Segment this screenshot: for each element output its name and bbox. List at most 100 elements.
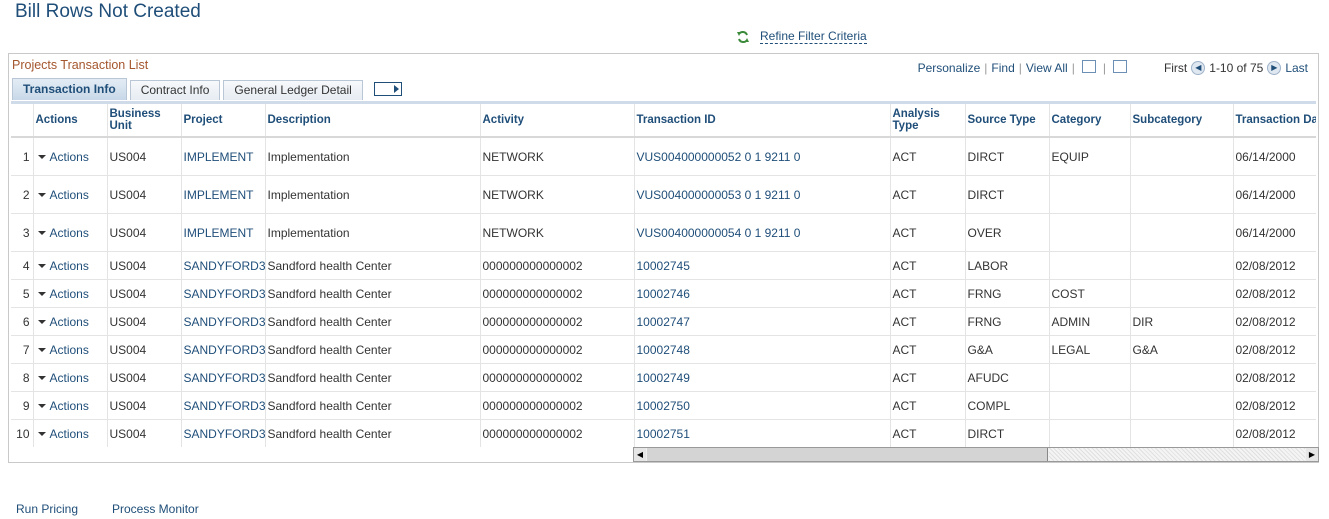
- refine-filter[interactable]: Refine Filter Criteria: [736, 29, 867, 44]
- dropdown-arrow-icon[interactable]: [37, 319, 46, 324]
- dropdown-arrow-icon[interactable]: [37, 192, 46, 197]
- transaction-id-link-text[interactable]: 10002751: [637, 427, 690, 441]
- col-header-project[interactable]: Project: [181, 104, 266, 138]
- col-header-transaction-id[interactable]: Transaction ID: [634, 104, 891, 138]
- project-link-text[interactable]: SANDYFORD3: [184, 427, 265, 441]
- cell-actions-menu[interactable]: Actions: [33, 307, 108, 336]
- transaction-id-link-text[interactable]: 10002749: [637, 371, 690, 385]
- cell-actions-menu[interactable]: Actions: [33, 279, 108, 308]
- new-window-icon[interactable]: [1081, 59, 1096, 73]
- download-icon[interactable]: [1112, 59, 1127, 73]
- refine-filter-link[interactable]: Refine Filter Criteria: [760, 29, 867, 44]
- dropdown-arrow-icon[interactable]: [37, 154, 46, 159]
- cell-transaction-id-link[interactable]: 10002746: [634, 279, 891, 308]
- project-link-text[interactable]: SANDYFORD3: [184, 315, 265, 329]
- col-header-category[interactable]: Category: [1049, 104, 1131, 138]
- cell-actions-menu[interactable]: Actions: [33, 175, 108, 214]
- project-link-text[interactable]: SANDYFORD3: [184, 343, 265, 357]
- scrollbar-thumb[interactable]: [647, 448, 1048, 461]
- transaction-id-link-text[interactable]: 10002750: [637, 399, 690, 413]
- col-header-analysis-type[interactable]: Analysis Type: [890, 104, 966, 138]
- show-all-columns-icon[interactable]: [373, 82, 402, 96]
- actions-link[interactable]: Actions: [50, 399, 89, 413]
- transaction-id-link-text[interactable]: VUS004000000054 0 1 9211 0: [637, 226, 801, 240]
- cell-transaction-id-link[interactable]: 10002749: [634, 363, 891, 392]
- actions-link[interactable]: Actions: [50, 427, 89, 441]
- scroll-right-icon[interactable]: ▶: [1306, 448, 1318, 461]
- project-link-text[interactable]: IMPLEMENT: [184, 226, 254, 240]
- cell-transaction-id-link[interactable]: VUS004000000053 0 1 9211 0: [634, 175, 891, 214]
- scroll-left-icon[interactable]: ◀: [634, 448, 646, 461]
- transaction-id-link-text[interactable]: VUS004000000052 0 1 9211 0: [637, 150, 801, 164]
- transaction-id-link-text[interactable]: 10002746: [637, 287, 690, 301]
- cell-transaction-id-link[interactable]: 10002750: [634, 391, 891, 420]
- dropdown-arrow-icon[interactable]: [37, 403, 46, 408]
- cell-project-link[interactable]: SANDYFORD3: [181, 391, 266, 420]
- cell-actions-menu[interactable]: Actions: [33, 335, 108, 364]
- col-header-transaction-date[interactable]: Transaction Date: [1233, 104, 1316, 138]
- cell-actions-menu[interactable]: Actions: [33, 251, 108, 280]
- cell-actions-menu[interactable]: Actions: [33, 213, 108, 252]
- cell-transaction-id-link[interactable]: VUS004000000052 0 1 9211 0: [634, 137, 891, 176]
- transaction-id-link-text[interactable]: 10002745: [637, 259, 690, 273]
- cell-project-link[interactable]: IMPLEMENT: [181, 213, 266, 252]
- project-link-text[interactable]: SANDYFORD3: [184, 371, 265, 385]
- project-link-text[interactable]: IMPLEMENT: [184, 188, 254, 202]
- horizontal-scrollbar[interactable]: ◀ ▶: [633, 447, 1319, 462]
- cell-project-link[interactable]: SANDYFORD3: [181, 279, 266, 308]
- col-header-actions[interactable]: Actions: [33, 104, 108, 138]
- cell-actions-menu[interactable]: Actions: [33, 363, 108, 392]
- cell-transaction-id-link[interactable]: 10002745: [634, 251, 891, 280]
- actions-link[interactable]: Actions: [50, 315, 89, 329]
- col-header-subcategory[interactable]: Subcategory: [1130, 104, 1234, 138]
- dropdown-arrow-icon[interactable]: [37, 263, 46, 268]
- dropdown-arrow-icon[interactable]: [37, 230, 46, 235]
- cell-project-link[interactable]: SANDYFORD3: [181, 363, 266, 392]
- run-pricing-link[interactable]: Run Pricing: [16, 502, 78, 516]
- actions-link[interactable]: Actions: [50, 150, 89, 164]
- cell-transaction-id-link[interactable]: 10002751: [634, 419, 891, 447]
- project-link-text[interactable]: IMPLEMENT: [184, 150, 254, 164]
- tab-contract-info[interactable]: Contract Info: [129, 80, 221, 100]
- cell-project-link[interactable]: SANDYFORD3: [181, 251, 266, 280]
- actions-link[interactable]: Actions: [50, 226, 89, 240]
- cell-actions-menu[interactable]: Actions: [33, 137, 108, 176]
- next-icon[interactable]: ▶: [1267, 61, 1282, 75]
- cell-transaction-id-link[interactable]: 10002748: [634, 335, 891, 364]
- transaction-id-link-text[interactable]: 10002747: [637, 315, 690, 329]
- actions-link[interactable]: Actions: [50, 343, 89, 357]
- scrollbar-track[interactable]: [1049, 448, 1305, 461]
- project-link-text[interactable]: SANDYFORD3: [184, 259, 265, 273]
- cell-transaction-id-link[interactable]: 10002747: [634, 307, 891, 336]
- dropdown-arrow-icon[interactable]: [37, 375, 46, 380]
- dropdown-arrow-icon[interactable]: [37, 431, 46, 436]
- col-header-activity[interactable]: Activity: [480, 104, 635, 138]
- cell-project-link[interactable]: IMPLEMENT: [181, 137, 266, 176]
- view-all-link[interactable]: View All: [1026, 61, 1068, 75]
- actions-link[interactable]: Actions: [50, 188, 89, 202]
- tab-transaction-info[interactable]: Transaction Info: [12, 78, 127, 100]
- actions-link[interactable]: Actions: [50, 259, 89, 273]
- cell-project-link[interactable]: SANDYFORD3: [181, 335, 266, 364]
- cell-transaction-id-link[interactable]: VUS004000000054 0 1 9211 0: [634, 213, 891, 252]
- cell-actions-menu[interactable]: Actions: [33, 419, 108, 447]
- dropdown-arrow-icon[interactable]: [37, 291, 46, 296]
- tab-general-ledger-detail[interactable]: General Ledger Detail: [223, 80, 363, 100]
- cell-project-link[interactable]: SANDYFORD3: [181, 419, 266, 447]
- personalize-link[interactable]: Personalize: [918, 61, 981, 75]
- actions-link[interactable]: Actions: [50, 287, 89, 301]
- process-monitor-link[interactable]: Process Monitor: [112, 502, 199, 516]
- col-header-source-type[interactable]: Source Type: [965, 104, 1050, 138]
- previous-icon[interactable]: ◀: [1191, 61, 1206, 75]
- actions-link[interactable]: Actions: [50, 371, 89, 385]
- col-header-description[interactable]: Description: [265, 104, 481, 138]
- cell-project-link[interactable]: IMPLEMENT: [181, 175, 266, 214]
- project-link-text[interactable]: SANDYFORD3: [184, 399, 265, 413]
- dropdown-arrow-icon[interactable]: [37, 347, 46, 352]
- project-link-text[interactable]: SANDYFORD3: [184, 287, 265, 301]
- col-header-business-unit[interactable]: Business Unit: [107, 104, 182, 138]
- last-link[interactable]: Last: [1285, 61, 1308, 75]
- transaction-id-link-text[interactable]: 10002748: [637, 343, 690, 357]
- cell-project-link[interactable]: SANDYFORD3: [181, 307, 266, 336]
- transaction-id-link-text[interactable]: VUS004000000053 0 1 9211 0: [637, 188, 801, 202]
